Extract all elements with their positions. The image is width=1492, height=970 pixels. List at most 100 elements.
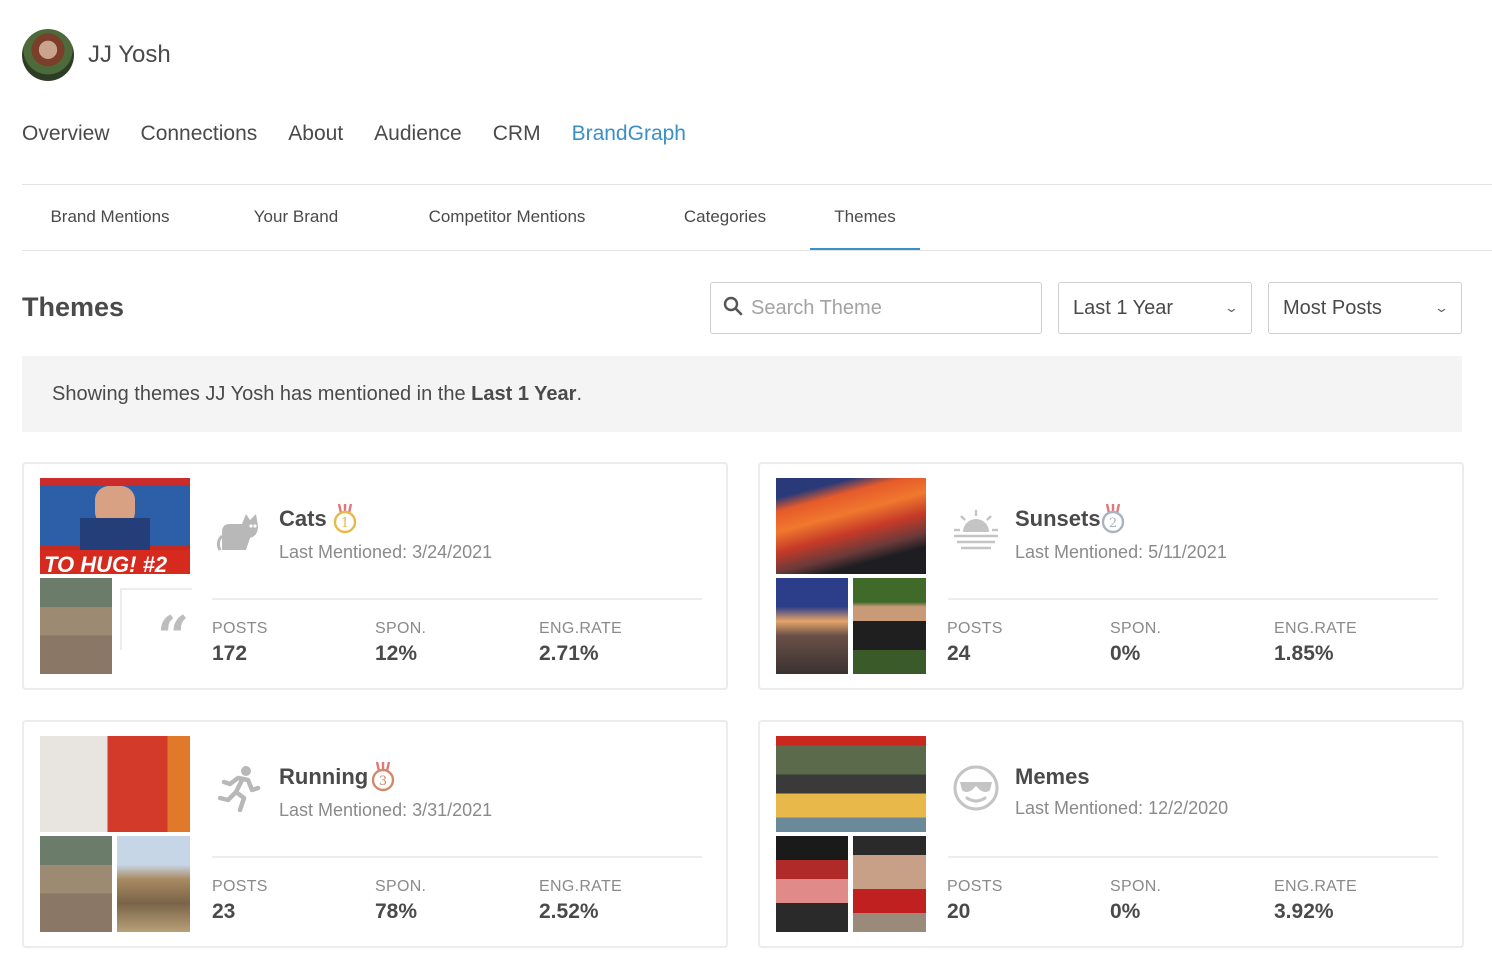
divider <box>22 184 1492 185</box>
chevron-down-icon: ⌄ <box>1433 300 1450 315</box>
last-mentioned: Last Mentioned: 12/2/2020 <box>1015 798 1229 818</box>
profile-name: JJ Yosh <box>88 41 171 68</box>
stat-value: 12% <box>375 642 418 665</box>
sort-value: Most Posts <box>1283 296 1382 319</box>
last-mentioned: Last Mentioned: 5/11/2021 <box>1015 542 1227 562</box>
page-title: Themes <box>22 292 125 322</box>
stat-value: 3.92% <box>1274 900 1334 923</box>
stat-eng-rate: ENG.RATE 2.52% <box>539 878 622 924</box>
tab-your-brand[interactable]: Your Brand <box>228 186 364 250</box>
search-icon <box>723 296 743 321</box>
bronze-medal-icon: 3 <box>370 761 396 792</box>
search-input[interactable] <box>751 296 1031 320</box>
profile-header: JJ Yosh <box>22 29 171 81</box>
stat-eng-rate: ENG.RATE 1.85% <box>1274 620 1357 666</box>
main-nav: Overview Connections About Audience CRM … <box>22 122 717 146</box>
stat-label: ENG.RATE <box>1274 620 1358 637</box>
stat-value: 2.71% <box>539 642 599 665</box>
post-thumbnail[interactable] <box>853 836 926 932</box>
banner-highlight: Last 1 Year <box>471 382 577 405</box>
running-icon <box>214 762 266 814</box>
post-thumbnail[interactable] <box>853 578 926 674</box>
stat-spon: SPON. 78% <box>375 878 426 924</box>
stat-posts: POSTS 24 <box>947 620 1003 666</box>
theme-name[interactable]: Sunsets <box>1015 506 1101 532</box>
stat-posts: POSTS 172 <box>212 620 268 666</box>
stat-spon: SPON. 0% <box>1110 620 1161 666</box>
post-thumbnail[interactable]: TO HUG! #2 <box>40 478 190 577</box>
theme-card-running[interactable]: Running 3 Last Mentioned: 3/31/2021 POST… <box>22 720 728 948</box>
stat-label: ENG.RATE <box>1274 878 1358 895</box>
stat-value: 20 <box>947 900 971 923</box>
stat-value: 2.52% <box>539 900 599 923</box>
post-thumbnail[interactable] <box>776 836 848 932</box>
tab-themes[interactable]: Themes <box>810 186 920 250</box>
last-mentioned: Last Mentioned: 3/31/2021 <box>279 800 493 820</box>
tab-categories[interactable]: Categories <box>656 186 794 250</box>
stat-label: POSTS <box>947 878 1003 895</box>
stat-label: SPON. <box>1110 620 1162 637</box>
search-box[interactable] <box>710 282 1042 334</box>
stat-label: POSTS <box>212 878 268 895</box>
silver-medal-icon: 2 <box>1100 503 1126 534</box>
svg-text:TO HUG! #2: TO HUG! #2 <box>44 552 168 574</box>
nav-about[interactable]: About <box>288 122 343 146</box>
stat-value: 23 <box>212 900 236 923</box>
sub-nav-tabs: Brand Mentions Your Brand Competitor Men… <box>22 186 1492 251</box>
nav-audience[interactable]: Audience <box>374 122 462 146</box>
stat-label: POSTS <box>212 620 268 637</box>
theme-card-sunsets[interactable]: Sunsets 2 Last Mentioned: 5/11/2021 POST… <box>758 462 1464 690</box>
stat-label: SPON. <box>375 878 427 895</box>
medal-rank: 3 <box>379 774 387 789</box>
period-dropdown[interactable]: Last 1 Year ⌄ <box>1058 282 1252 334</box>
sunglasses-face-icon <box>950 762 1002 814</box>
banner-suffix: . <box>576 382 582 405</box>
stat-label: ENG.RATE <box>539 620 623 637</box>
theme-card-memes[interactable]: Memes Last Mentioned: 12/2/2020 POSTS 20… <box>758 720 1464 948</box>
nav-crm[interactable]: CRM <box>493 122 541 146</box>
tab-competitor-mentions[interactable]: Competitor Mentions <box>402 186 612 250</box>
stat-eng-rate: ENG.RATE 2.71% <box>539 620 622 666</box>
banner-prefix: Showing themes JJ Yosh has mentioned in … <box>52 382 472 405</box>
avatar[interactable] <box>22 29 74 81</box>
sunset-icon <box>950 504 1002 556</box>
nav-overview[interactable]: Overview <box>22 122 110 146</box>
post-thumbnail[interactable] <box>776 578 848 674</box>
stat-value: 78% <box>375 900 418 923</box>
theme-name[interactable]: Memes <box>1015 764 1090 790</box>
divider <box>212 598 702 600</box>
post-thumbnail[interactable] <box>776 736 926 832</box>
sort-dropdown[interactable]: Most Posts ⌄ <box>1268 282 1462 334</box>
stat-posts: POSTS 23 <box>212 878 268 924</box>
tab-brand-mentions[interactable]: Brand Mentions <box>22 186 198 250</box>
last-mentioned: Last Mentioned: 3/24/2021 <box>279 542 493 562</box>
info-banner: Showing themes JJ Yosh has mentioned in … <box>22 356 1462 432</box>
medal-rank: 1 <box>341 516 349 531</box>
quote-icon: “ <box>157 604 190 670</box>
theme-card-cats[interactable]: TO HUG! #2 “ Cats 1 Last Mentioned: 3/24… <box>22 462 728 690</box>
post-thumbnail[interactable] <box>40 836 112 932</box>
stat-value: 0% <box>1110 900 1141 923</box>
gold-medal-icon: 1 <box>332 503 358 534</box>
stat-value: 172 <box>212 642 248 665</box>
stat-eng-rate: ENG.RATE 3.92% <box>1274 878 1357 924</box>
stat-label: SPON. <box>375 620 427 637</box>
stat-label: SPON. <box>1110 878 1162 895</box>
stat-spon: SPON. 12% <box>375 620 426 666</box>
period-value: Last 1 Year <box>1073 296 1174 319</box>
nav-connections[interactable]: Connections <box>141 122 258 146</box>
chevron-down-icon: ⌄ <box>1223 300 1240 315</box>
theme-name[interactable]: Cats <box>279 506 327 532</box>
post-thumbnail[interactable] <box>776 478 926 574</box>
stat-value: 0% <box>1110 642 1141 665</box>
divider <box>212 856 702 858</box>
divider <box>948 598 1438 600</box>
stat-value: 1.85% <box>1274 642 1334 665</box>
post-thumbnail[interactable] <box>117 836 190 932</box>
cat-icon <box>214 504 266 556</box>
post-thumbnail[interactable] <box>40 736 190 832</box>
theme-name[interactable]: Running <box>279 764 368 790</box>
nav-brandgraph[interactable]: BrandGraph <box>572 122 686 146</box>
post-thumbnail[interactable] <box>40 578 112 674</box>
medal-rank: 2 <box>1109 516 1117 531</box>
